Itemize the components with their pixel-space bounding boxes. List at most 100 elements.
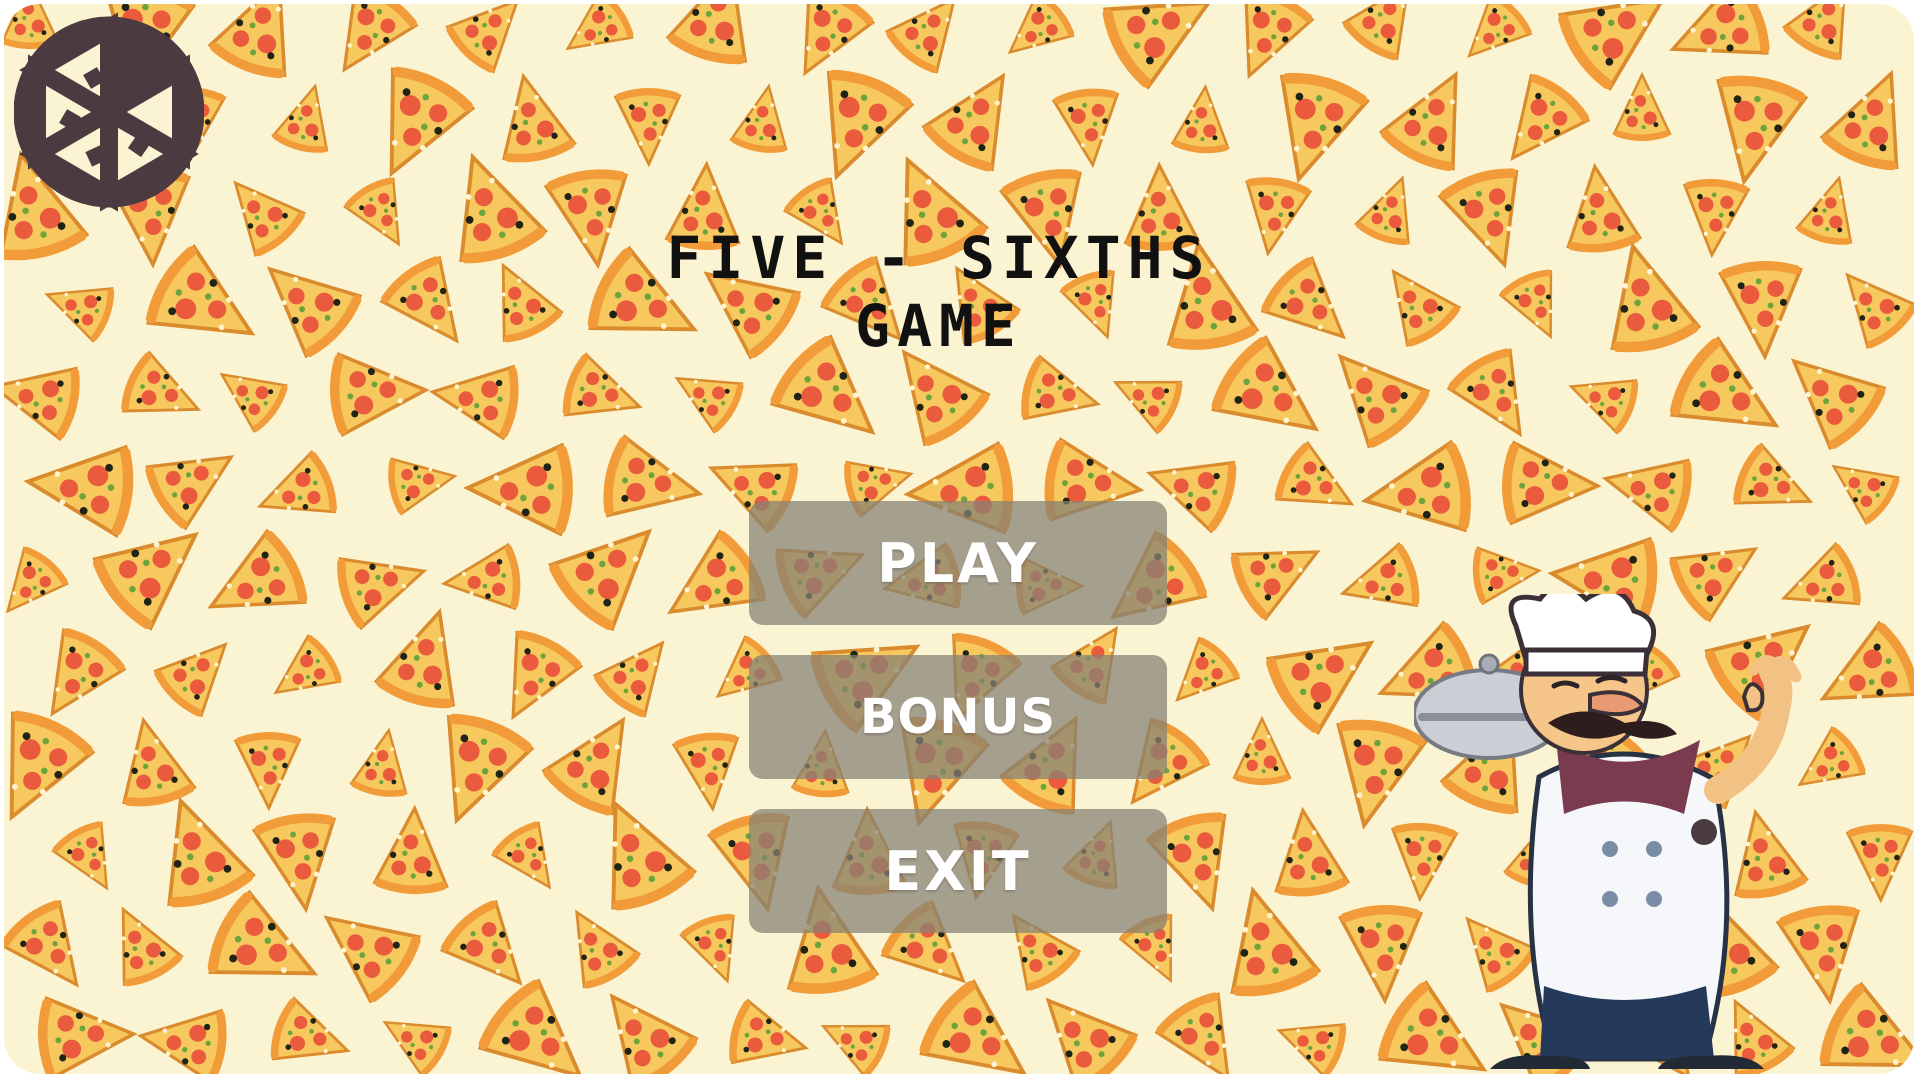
pizza-slice-icon	[1559, 162, 1641, 253]
pizza-slice-icon	[1157, 635, 1242, 720]
pizza-slice-icon	[1561, 360, 1640, 434]
pizza-slice-icon	[1340, 907, 1425, 1003]
pizza-slice-icon	[248, 450, 339, 536]
pizza-slice-icon	[1796, 171, 1866, 247]
pizza-slice-icon	[142, 426, 250, 531]
pizza-slice-icon	[415, 710, 534, 836]
pizza-slice-icon	[352, 63, 476, 193]
pizza-slice-icon	[387, 449, 460, 515]
pizza-slice-icon	[549, 896, 642, 992]
title-line-two: GAME	[855, 292, 1023, 360]
pizza-slice-icon	[883, 4, 979, 76]
pizza-slice-icon	[1446, 345, 1551, 453]
pizza-slice-icon	[1321, 717, 1427, 833]
pizza-logo-icon	[14, 12, 204, 212]
pizza-slice-icon	[581, 972, 701, 1074]
pizza-slice-icon	[374, 600, 478, 711]
pizza-slice-icon	[1820, 58, 1914, 173]
pizza-slice-icon	[139, 787, 256, 912]
pizza-slice-icon	[94, 895, 184, 989]
pizza-slice-icon	[443, 4, 540, 75]
pizza-slice-icon	[1767, 331, 1889, 452]
pizza-slice-icon	[1172, 84, 1233, 153]
pizza-slice-icon	[1680, 180, 1749, 258]
pizza-slice-icon	[490, 819, 572, 903]
pizza-slice-icon	[142, 243, 274, 371]
pizza-slice-icon	[488, 69, 576, 165]
pizza-slice-icon	[343, 175, 423, 258]
pizza-slice-icon	[206, 352, 290, 434]
chef-character-icon	[1414, 594, 1802, 1069]
pizza-slice-icon	[1341, 4, 1435, 63]
pizza-slice-icon	[1504, 443, 1599, 526]
pizza-slice-icon	[1701, 73, 1807, 189]
pizza-slice-icon	[1227, 520, 1333, 622]
pizza-slice-icon	[727, 999, 814, 1074]
pizza-slice-icon	[679, 911, 753, 990]
pizza-slice-icon	[1781, 4, 1872, 63]
pizza-slice-icon	[1848, 826, 1913, 900]
pizza-slice-icon	[795, 66, 914, 192]
pizza-slice-icon	[371, 998, 454, 1074]
pizza-slice-icon	[552, 4, 636, 71]
game-main-menu-screen: FIVE - SIXTHS GAME PLAY BONUS EXIT	[0, 0, 1920, 1080]
pizza-slice-icon	[1498, 267, 1576, 349]
pizza-slice-icon	[303, 886, 425, 1005]
pizza-slice-icon	[591, 623, 687, 720]
pizza-slice-icon	[1590, 236, 1700, 356]
pizza-slice-icon	[475, 976, 610, 1074]
pizza-slice-icon	[192, 528, 311, 642]
pizza-slice-icon	[992, 4, 1077, 74]
exit-button[interactable]: EXIT	[749, 809, 1167, 933]
pizza-slice-icon	[1019, 355, 1106, 435]
pizza-slice-icon	[1818, 444, 1902, 526]
pizza-slice-icon	[208, 4, 317, 82]
pizza-slice-icon	[236, 734, 301, 808]
pizza-slice-icon	[467, 444, 570, 534]
pizza-slice-icon	[37, 268, 116, 342]
pizza-slice-icon	[1823, 254, 1914, 351]
play-button[interactable]: PLAY	[749, 501, 1167, 625]
bonus-button-label: BONUS	[859, 689, 1057, 745]
pizza-slice-icon	[1262, 606, 1395, 736]
pizza-slice-icon	[1234, 719, 1290, 783]
pizza-slice-icon	[730, 81, 796, 154]
pizza-slice-icon	[1597, 443, 1694, 532]
game-title: FIVE - SIXTHS GAME	[564, 224, 1314, 360]
pizza-slice-icon	[4, 897, 105, 1006]
pizza-slice-icon	[915, 977, 1049, 1074]
pizza-slice-icon	[601, 435, 708, 533]
pizza-slice-icon	[1267, 806, 1349, 897]
pizza-slice-icon	[663, 354, 746, 434]
pizza-slice-icon	[1098, 4, 1230, 91]
pizza-slice-icon	[1272, 440, 1367, 531]
pizza-slice-icon	[1614, 75, 1670, 139]
pizza-slice-icon	[272, 79, 342, 155]
pizza-slice-icon	[474, 251, 564, 345]
pizza-slice-icon	[1154, 989, 1259, 1074]
pizza-slice-icon	[243, 239, 365, 360]
pizza-slice-icon	[1438, 165, 1543, 277]
pizza-slice-icon	[1269, 1004, 1348, 1074]
pizza-slice-icon	[1484, 71, 1592, 181]
pizza-slice-icon	[812, 1001, 894, 1074]
pizza-slice-icon	[51, 819, 131, 902]
pizza-slice-icon	[1311, 329, 1432, 451]
pizza-slice-icon	[378, 253, 485, 362]
pizza-slice-icon	[428, 356, 520, 439]
pizza-slice-icon	[1354, 168, 1428, 247]
bonus-button[interactable]: BONUS	[749, 655, 1167, 779]
pizza-slice-icon	[1378, 56, 1491, 174]
pizza-slice-icon	[332, 350, 428, 435]
pizza-slice-icon	[1358, 441, 1472, 544]
pizza-slice-icon	[108, 713, 196, 809]
pizza-slice-icon	[260, 633, 344, 715]
pizza-slice-icon	[4, 707, 96, 837]
pizza-slice-icon	[1104, 357, 1186, 435]
pizza-slice-icon	[253, 812, 345, 914]
pizza-slice-icon	[151, 622, 248, 719]
pizza-slice-icon	[1368, 253, 1463, 350]
pizza-slice-icon	[441, 544, 521, 615]
pizza-slice-icon	[616, 90, 681, 164]
pizza-slice-icon	[118, 350, 211, 438]
